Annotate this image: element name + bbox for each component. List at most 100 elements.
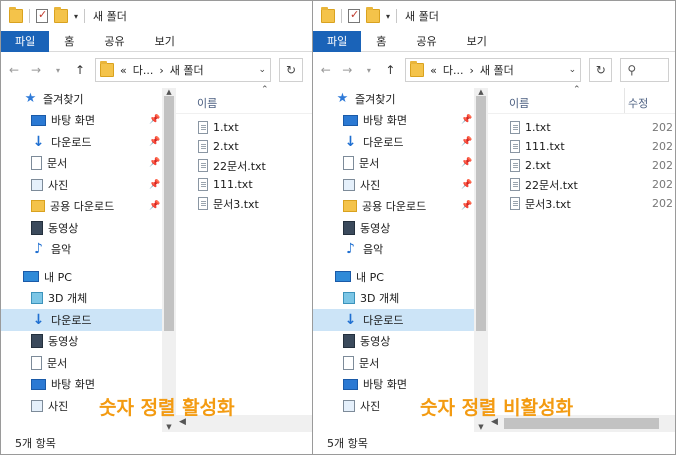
nav-item[interactable]: 바탕 화면 📌	[313, 110, 488, 132]
nav-item[interactable]: 3D 개체	[1, 288, 176, 310]
tab-home[interactable]: 홈	[361, 31, 401, 52]
breadcrumb-parent[interactable]: 다...	[443, 62, 464, 78]
address-overflow[interactable]: «	[120, 64, 127, 77]
breadcrumb-current[interactable]: 새 폴더	[480, 62, 514, 78]
nav-item[interactable]: 사진 📌	[1, 174, 176, 196]
nav-item[interactable]: 문서 📌	[1, 153, 176, 175]
nav-item[interactable]: ↓ 다운로드	[313, 309, 488, 331]
nav-item[interactable]: 내 PC	[313, 266, 488, 288]
nav-item[interactable]: 바탕 화면	[1, 374, 176, 396]
properties-icon[interactable]	[36, 8, 48, 23]
nav-item[interactable]: 3D 개체	[313, 288, 488, 310]
pin-icon[interactable]: 📌	[461, 158, 472, 168]
window-title: 새 폴더	[93, 10, 127, 23]
new-folder-icon[interactable]	[54, 7, 68, 23]
nav-item[interactable]: 공용 다운로드 📌	[313, 196, 488, 218]
nav-item[interactable]: 내 PC	[1, 266, 176, 288]
nav-item[interactable]: ↓ 다운로드 📌	[1, 131, 176, 153]
item-count: 5개 항목	[15, 437, 56, 450]
tab-file[interactable]: 파일	[1, 30, 50, 52]
quick-access-dropdown-icon[interactable]: ▾	[74, 12, 78, 21]
refresh-button[interactable]: ↻	[589, 58, 613, 82]
nav-item-label: 즐겨찾기	[43, 92, 84, 106]
nav-item[interactable]: ♪ 음악	[1, 239, 176, 261]
back-arrow-icon[interactable]: ←	[319, 63, 333, 77]
column-name[interactable]: 이름	[509, 95, 529, 111]
address-dropdown-icon[interactable]: ⌄	[569, 65, 577, 75]
forward-arrow-icon[interactable]: →	[341, 63, 355, 77]
nav-item[interactable]: 공용 다운로드 📌	[1, 196, 176, 218]
tab-share[interactable]: 공유	[89, 31, 139, 52]
tab-view[interactable]: 보기	[452, 31, 502, 52]
nav-item[interactable]: 바탕 화면	[313, 374, 488, 396]
refresh-button[interactable]: ↻	[279, 58, 303, 82]
pin-icon[interactable]: 📌	[149, 180, 160, 190]
quick-access-dropdown-icon[interactable]: ▾	[386, 12, 390, 21]
tab-share[interactable]: 공유	[401, 31, 451, 52]
pin-icon[interactable]: 📌	[149, 115, 160, 125]
file-row[interactable]: 22문서.txt 202	[510, 175, 675, 194]
document-icon	[31, 355, 42, 370]
nav-item[interactable]: ★ 즐겨찾기	[1, 88, 176, 110]
column-divider[interactable]	[624, 88, 625, 113]
file-row[interactable]: 문서3.txt 202	[510, 194, 675, 213]
pin-icon[interactable]: 📌	[149, 158, 160, 168]
nav-item[interactable]: 동영상	[1, 331, 176, 353]
tab-file[interactable]: 파일	[313, 30, 362, 52]
nav-item-label: 바탕 화면	[363, 114, 407, 128]
pin-icon[interactable]: 📌	[461, 180, 472, 190]
breadcrumb-separator: ›	[469, 63, 474, 77]
nav-item[interactable]: ↓ 다운로드	[1, 309, 176, 331]
new-folder-icon[interactable]	[366, 7, 380, 23]
nav-item-label: 음악	[51, 243, 72, 257]
forward-arrow-icon[interactable]: →	[29, 63, 43, 77]
file-row[interactable]: 1.txt 202	[510, 118, 675, 137]
scroll-down-icon[interactable]: ▼	[162, 423, 176, 432]
back-arrow-icon[interactable]: ←	[7, 63, 21, 77]
properties-icon[interactable]	[348, 8, 360, 23]
scroll-down-icon[interactable]: ▼	[474, 423, 488, 432]
file-row[interactable]: 111.txt 202	[510, 137, 675, 156]
folder-icon	[100, 61, 114, 77]
pin-icon[interactable]: 📌	[149, 201, 160, 211]
scroll-thumb[interactable]	[164, 96, 174, 331]
nav-scrollbar[interactable]: ▲ ▼	[162, 88, 176, 432]
nav-item[interactable]: 문서	[313, 352, 488, 374]
tab-view[interactable]: 보기	[140, 31, 190, 52]
pin-icon[interactable]: 📌	[461, 137, 472, 147]
nav-item-label: 3D 개체	[360, 292, 400, 306]
pin-icon[interactable]: 📌	[461, 115, 472, 125]
up-arrow-icon[interactable]: ↑	[73, 63, 87, 77]
tab-home[interactable]: 홈	[49, 31, 89, 52]
column-modified[interactable]: 수정	[628, 95, 648, 111]
nav-item[interactable]: 바탕 화면 📌	[1, 110, 176, 132]
text-file-icon	[198, 197, 208, 210]
recent-dropdown-icon[interactable]: ▾	[362, 66, 376, 75]
address-bar[interactable]: « 다... › 새 폴더 ⌄	[95, 58, 271, 82]
pin-icon[interactable]: 📌	[149, 137, 160, 147]
address-dropdown-icon[interactable]: ⌄	[258, 65, 266, 75]
up-arrow-icon[interactable]: ↑	[384, 63, 398, 77]
address-bar[interactable]: « 다... › 새 폴더 ⌄	[405, 58, 582, 82]
nav-item[interactable]: 동영상	[1, 217, 176, 239]
nav-item[interactable]: 문서	[1, 352, 176, 374]
nav-item[interactable]: 사진 📌	[313, 174, 488, 196]
scroll-thumb[interactable]	[476, 96, 486, 331]
nav-item[interactable]: 문서 📌	[313, 153, 488, 175]
nav-scrollbar[interactable]: ▲ ▼	[474, 88, 488, 432]
column-name[interactable]: 이름	[197, 95, 217, 111]
nav-item[interactable]: ↓ 다운로드 📌	[313, 131, 488, 153]
breadcrumb-parent[interactable]: 다...	[133, 62, 154, 78]
nav-item[interactable]: ♪ 음악	[313, 239, 488, 261]
file-name: 22문서.txt	[213, 159, 266, 173]
address-overflow[interactable]: «	[430, 64, 437, 77]
file-row[interactable]: 2.txt 202	[510, 156, 675, 175]
breadcrumb-current[interactable]: 새 폴더	[170, 62, 204, 78]
download-icon: ↓	[344, 311, 357, 328]
pin-icon[interactable]: 📌	[461, 201, 472, 211]
nav-item[interactable]: ★ 즐겨찾기	[313, 88, 488, 110]
recent-dropdown-icon[interactable]: ▾	[51, 66, 65, 75]
nav-item[interactable]: 동영상	[313, 331, 488, 353]
nav-item[interactable]: 동영상	[313, 217, 488, 239]
search-box[interactable]: ⚲	[620, 58, 669, 82]
